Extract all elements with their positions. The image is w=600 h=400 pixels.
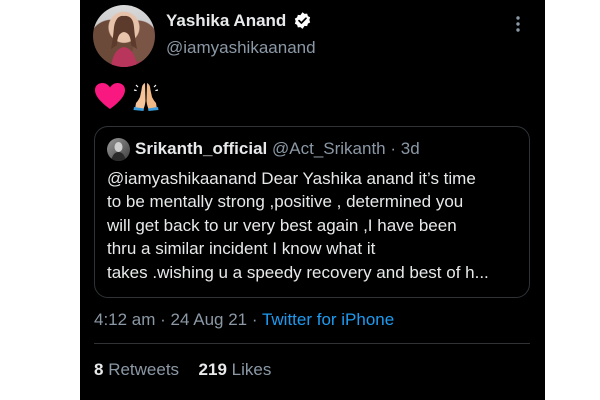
tweet-stats: 8 Retweets 219 Likes [94,360,271,380]
quoted-text-line: will get back to ur very best again ,I h… [107,215,457,235]
quoted-separator: · [385,139,401,158]
author-name[interactable]: Yashika Anand [166,11,286,31]
divider [94,343,530,344]
meta-separator: · [155,310,171,329]
tweet-date[interactable]: 24 Aug 21 [171,310,248,329]
tweet-panel: Yashika Anand @iamyashikaanand Srikanth_… [80,0,545,400]
verified-badge-icon [294,12,311,29]
quoted-tweet-header: Srikanth_official @Act_Srikanth · 3d [135,139,420,159]
likes-stat[interactable]: 219 Likes [199,360,272,379]
likes-label: Likes [226,360,272,379]
folded-hands-emoji-icon [133,83,159,111]
more-options-icon[interactable] [508,14,528,34]
heart-emoji-icon [95,83,125,109]
retweets-stat[interactable]: 8 Retweets [94,360,179,379]
retweets-label: Retweets [103,360,180,379]
quoted-text-line: to be mentally strong ,positive , determ… [107,192,464,212]
author-handle[interactable]: @iamyashikaanand [166,38,316,58]
quoted-age[interactable]: 3d [401,139,420,158]
quoted-text-line: thru a similar incident I know what it [107,239,376,259]
tweet-source-link[interactable]: Twitter for iPhone [262,310,394,329]
quoted-tweet-text: @iamyashikaanand Dear Yashika anand it’s… [107,167,521,284]
quoted-author-handle[interactable]: @Act_Srikanth [272,139,386,158]
likes-count: 219 [198,360,227,379]
quoted-author-name[interactable]: Srikanth_official [135,139,267,158]
quoted-text-line: takes .wishing u a speedy recovery and b… [107,262,489,282]
tweet-time[interactable]: 4:12 am [94,310,155,329]
quoted-tweet-card[interactable]: Srikanth_official @Act_Srikanth · 3d @ia… [94,126,530,298]
quoted-text-line: @iamyashikaanand Dear Yashika anand it’s… [107,169,476,188]
meta-separator: · [247,310,262,329]
quoted-author-avatar[interactable] [107,138,130,161]
author-avatar[interactable] [93,5,155,67]
tweet-meta: 4:12 am · 24 Aug 21 · Twitter for iPhone [94,310,394,330]
